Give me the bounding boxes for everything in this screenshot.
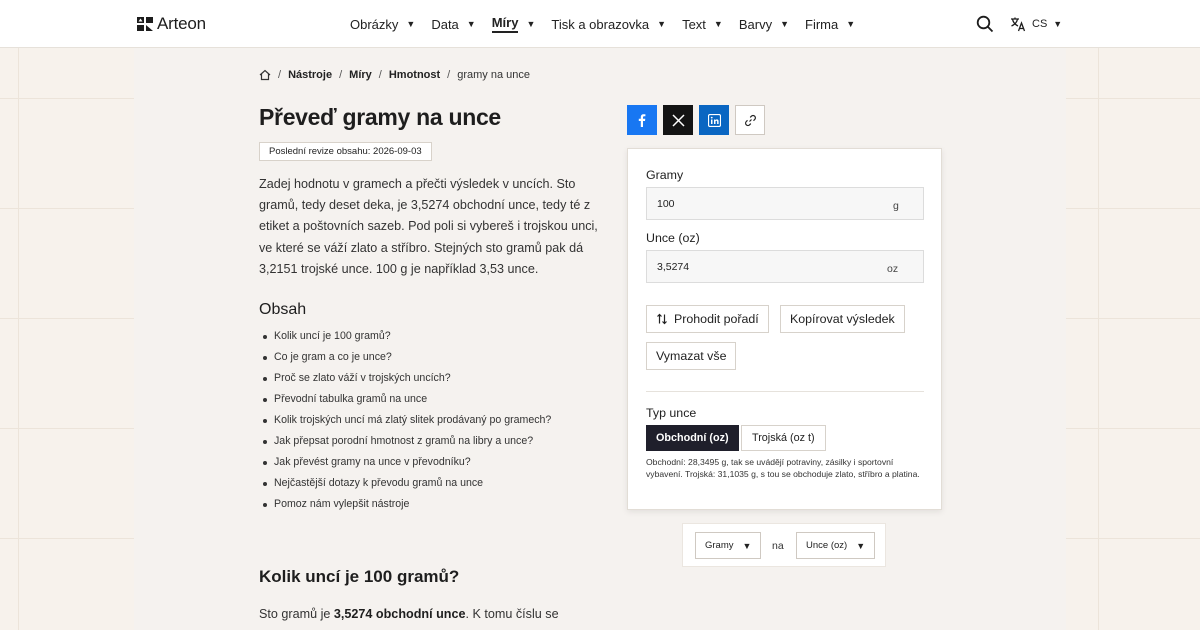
linkedin-icon [707, 113, 721, 127]
caret-down-icon: ▼ [406, 19, 416, 29]
to-unit-value: Unce (oz) [806, 540, 848, 551]
share-x-button[interactable] [663, 105, 693, 135]
toc-item[interactable]: Převodní tabulka gramů na unce [262, 390, 551, 411]
to-unit-select[interactable]: Unce (oz) ▼ [796, 532, 876, 559]
caret-down-icon: ▼ [742, 540, 752, 551]
breadcrumb: / Nástroje / Míry / Hmotnost / gramy na … [259, 69, 530, 81]
ounces-unit: oz [887, 263, 899, 275]
breadcrumb-item-nastroje[interactable]: Nástroje [288, 69, 332, 81]
nav-item-text[interactable]: Text ▼ [682, 0, 723, 48]
breadcrumb-separator: / [339, 69, 343, 81]
ounces-label: Unce (oz) [646, 231, 700, 245]
caret-down-icon: ▼ [713, 19, 723, 29]
search-icon[interactable] [976, 15, 994, 33]
nav-item-label: Data [431, 16, 459, 32]
copy-link-button[interactable] [735, 105, 765, 135]
translate-icon [1011, 17, 1026, 32]
language-switcher[interactable]: CS ▼ [1010, 16, 1062, 32]
copy-result-button[interactable]: Kopírovat výsledek [780, 305, 905, 333]
toc-item[interactable]: Jak přepsat porodní hmotnost z gramů na … [262, 432, 551, 453]
nav-item-label: Firma [805, 16, 839, 32]
section-text-start: Sto gramů je [259, 607, 334, 621]
caret-down-icon: ▼ [466, 19, 476, 29]
logo-text: Arteon [157, 14, 206, 33]
header-actions: CS ▼ [976, 0, 1062, 48]
ounces-input[interactable] [647, 251, 887, 282]
grams-unit: g [893, 200, 899, 212]
swap-button[interactable]: Prohodit pořadí [646, 305, 769, 333]
breadcrumb-separator: / [378, 69, 382, 81]
intro-paragraph: Zadej hodnotu v gramech a přečti výslede… [259, 177, 598, 276]
table-of-contents: Kolik uncí je 100 gramů? Co je gram a co… [262, 327, 551, 516]
ounces-field: oz [646, 250, 924, 283]
nav-item-data[interactable]: Data ▼ [431, 0, 475, 48]
ounce-type-note: Obchodní: 28,3495 g, tak se uvádějí potr… [646, 457, 920, 480]
toc-item[interactable]: Proč se zlato váží v trojských uncích? [262, 369, 551, 390]
grams-input[interactable] [647, 188, 887, 219]
nav-item-label: Barvy [738, 16, 773, 32]
caret-down-icon: ▼ [526, 19, 536, 29]
revision-badge: Poslední revize obsahu: 2026-09-03 [259, 142, 432, 161]
nav-item-label: Tisk a obrazovka [551, 16, 650, 32]
nav-item-obrazky[interactable]: Obrázky ▼ [350, 0, 415, 48]
facebook-icon [638, 114, 646, 127]
caret-down-icon: ▼ [1053, 19, 1063, 29]
toc-item[interactable]: Co je gram a co je unce? [262, 348, 551, 369]
converter-panel: Gramy g Unce (oz) oz Prohodit pořadí Kop… [627, 148, 942, 510]
breadcrumb-separator: / [447, 69, 451, 81]
divider [646, 391, 924, 392]
toc-title: Obsah [259, 301, 307, 318]
section-text-highlight: 3,5274 obchodní unce [333, 607, 466, 621]
ounce-type-label: Typ unce [646, 406, 697, 420]
main-nav: Obrázky ▼ Data ▼ Míry ▼ Tisk a obrazovka… [350, 0, 871, 48]
breadcrumb-item-hmotnost[interactable]: Hmotnost [389, 69, 440, 81]
arteon-logo-icon [137, 17, 153, 31]
clear-all-button[interactable]: Vymazat vše [646, 342, 737, 370]
unit-joiner: na [772, 540, 784, 552]
from-unit-value: Gramy [705, 540, 734, 551]
nav-item-firma[interactable]: Firma ▼ [805, 0, 855, 48]
breadcrumb-item-miry[interactable]: Míry [349, 69, 372, 81]
copy-result-label: Kopírovat výsledek [790, 312, 895, 326]
toc-item[interactable]: Nejčastější dotazy k převodu gramů na un… [262, 474, 551, 495]
caret-down-icon: ▼ [856, 540, 866, 551]
breadcrumb-current: gramy na unce [457, 69, 530, 81]
swap-icon [657, 313, 667, 325]
grams-label: Gramy [646, 168, 684, 182]
logo[interactable]: Arteon [137, 14, 206, 34]
share-buttons [627, 105, 765, 135]
toc-item[interactable]: Kolik uncí je 100 gramů? [262, 327, 551, 348]
nav-item-tisk-a-obrazovka[interactable]: Tisk a obrazovka ▼ [551, 0, 666, 48]
caret-down-icon: ▼ [846, 19, 856, 29]
caret-down-icon: ▼ [780, 19, 789, 29]
ounce-type-commercial[interactable]: Obchodní (oz) [646, 425, 739, 451]
nav-item-label: Míry [491, 15, 519, 33]
section-text-end: . K tomu číslu se [465, 607, 559, 621]
toc-item[interactable]: Jak převést gramy na unce v převodníku? [262, 453, 551, 474]
link-icon [744, 114, 756, 126]
section-heading: Kolik uncí je 100 gramů? [259, 567, 460, 586]
home-icon[interactable] [259, 69, 271, 81]
share-linkedin-button[interactable] [699, 105, 729, 135]
nav-item-miry[interactable]: Míry ▼ [491, 0, 536, 48]
nav-item-barvy[interactable]: Barvy ▼ [739, 0, 789, 48]
language-code: CS [1032, 18, 1048, 30]
nav-item-label: Obrázky [350, 16, 399, 32]
toc-item[interactable]: Kolik trojských uncí má zlatý slitek pro… [262, 411, 551, 432]
nav-item-label: Text [682, 16, 706, 32]
ounce-type-troy[interactable]: Trojská (oz t) [741, 425, 826, 451]
top-navigation-bar: Arteon Obrázky ▼ Data ▼ Míry ▼ Tisk a ob… [0, 0, 1200, 48]
clear-all-label: Vymazat vše [656, 349, 727, 363]
caret-down-icon: ▼ [657, 19, 667, 29]
grams-field: g [646, 187, 924, 220]
unit-switch-bar: Gramy ▼ na Unce (oz) ▼ [682, 523, 886, 567]
x-icon [671, 113, 685, 127]
page-title: Převeď gramy na unce [259, 104, 501, 130]
swap-button-label: Prohodit pořadí [674, 312, 759, 326]
from-unit-select[interactable]: Gramy ▼ [695, 532, 762, 559]
toc-item[interactable]: Pomoz nám vylepšit nástroje [262, 495, 551, 516]
share-facebook-button[interactable] [627, 105, 657, 135]
breadcrumb-separator: / [278, 69, 282, 81]
section-paragraph: Sto gramů je 3,5274 obchodní unce. K tom… [259, 607, 559, 621]
